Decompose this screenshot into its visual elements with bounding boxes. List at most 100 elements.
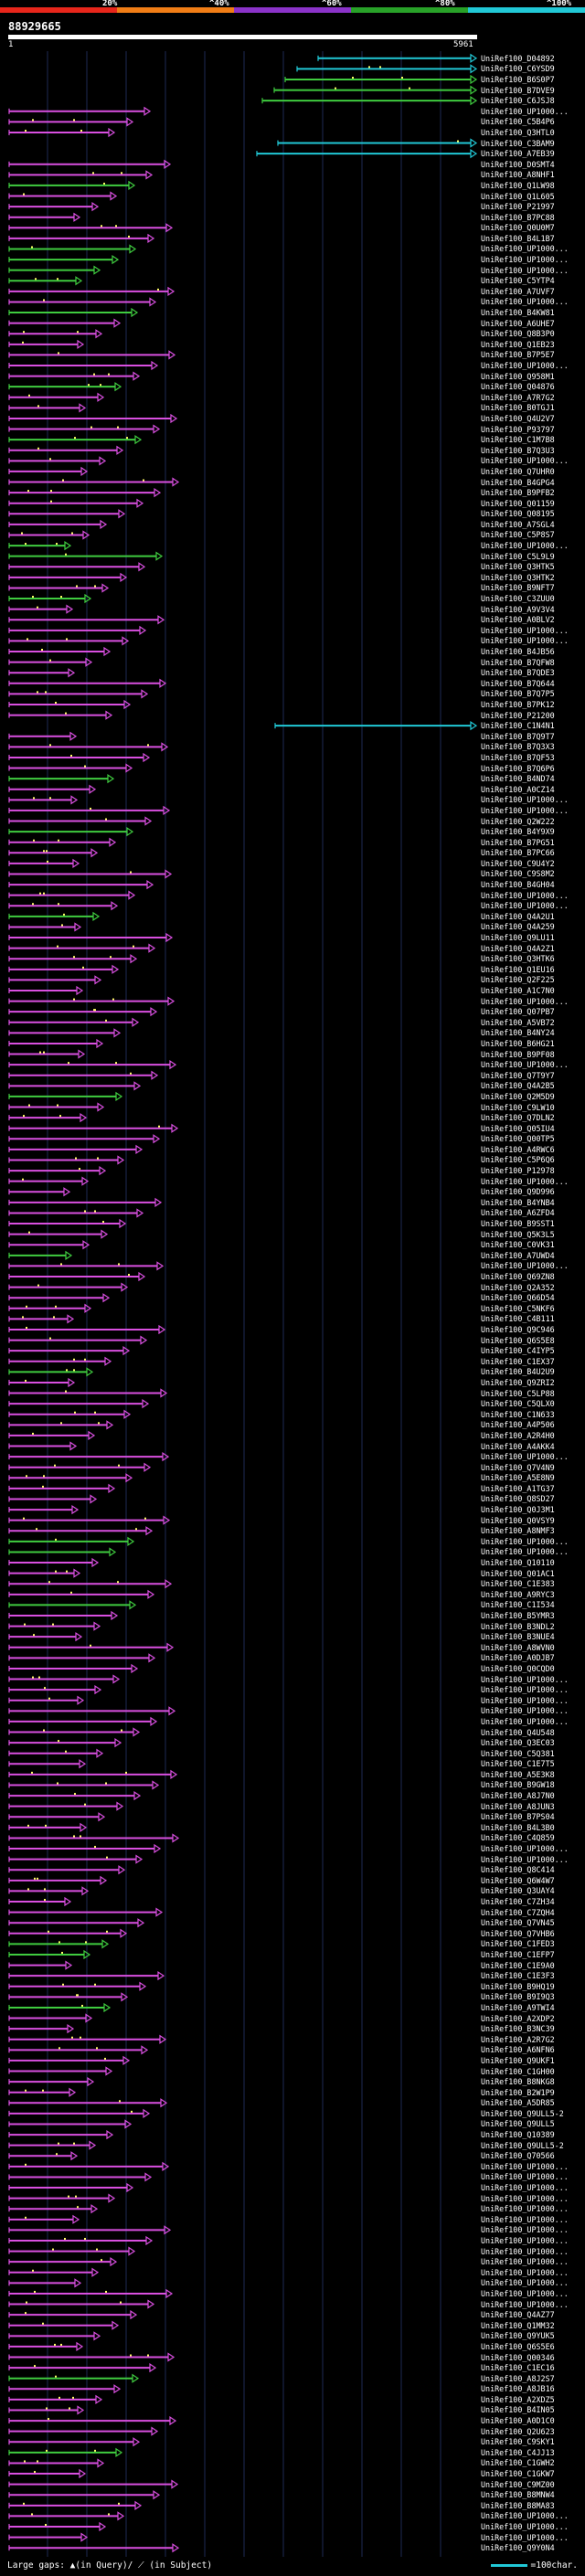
hit-label-link[interactable]: UniRef100_C6YSD9 [481,64,555,73]
hit-label-link[interactable]: UniRef100_UP1000... [481,1675,569,1684]
hit-label-link[interactable]: UniRef100_Q4A2B5 [481,1081,555,1090]
hit-label-link[interactable]: UniRef100_D04892 [481,54,555,63]
hit-label-link[interactable]: UniRef100_A6NFN6 [481,2045,555,2054]
hit-label-link[interactable]: UniRef100_C4B111 [481,1314,555,1323]
hit-label-link[interactable]: UniRef100_A0D1C0 [481,2416,555,2425]
hit-label-link[interactable]: UniRef100_B7PG51 [481,838,555,847]
hit-label-link[interactable]: UniRef100_B4GH04 [481,880,555,889]
hit-label-link[interactable]: UniRef100_Q0VSY9 [481,1516,555,1525]
hit-label-link[interactable]: UniRef100_A8J7N0 [481,1791,555,1800]
hit-label-link[interactable]: UniRef100_Q3HTK5 [481,562,555,571]
hit-label-link[interactable]: UniRef100_A5DR85 [481,2098,555,2107]
hit-label-link[interactable]: UniRef100_Q6S5E8 [481,1336,555,1345]
hit-label-link[interactable]: UniRef100_UP1000... [481,795,569,804]
hit-label-link[interactable]: UniRef100_C3ZUU0 [481,594,555,603]
hit-label-link[interactable]: UniRef100_C9LW10 [481,1103,555,1112]
hit-label-link[interactable]: UniRef100_C4Q859 [481,1833,555,1842]
hit-label-link[interactable]: UniRef100_Q7DLN2 [481,1113,555,1122]
hit-label-link[interactable]: UniRef100_B7QFW8 [481,658,555,667]
hit-label-link[interactable]: UniRef100_B7Q3U3 [481,446,555,455]
hit-label-link[interactable]: UniRef100_A1TG37 [481,1484,555,1493]
hit-label-link[interactable]: UniRef100_Q0U0M7 [481,223,555,232]
hit-label-link[interactable]: UniRef100_B4Y9X9 [481,827,555,836]
hit-label-link[interactable]: UniRef100_UP1000... [481,2533,569,2542]
hit-label-link[interactable]: UniRef100_B4KW81 [481,308,555,317]
hit-label-link[interactable]: UniRef100_B7Q7P5 [481,689,555,698]
hit-label-link[interactable]: UniRef100_UP1000... [481,2247,569,2256]
hit-label-link[interactable]: UniRef100_UP1000... [481,2183,569,2192]
hit-label-link[interactable]: UniRef100_Q1EU16 [481,965,555,974]
hit-label-link[interactable]: UniRef100_UP1000... [481,2172,569,2181]
hit-label-link[interactable]: UniRef100_Q04876 [481,382,555,391]
hit-label-link[interactable]: UniRef100_B7PS04 [481,1812,555,1821]
hit-label-link[interactable]: UniRef100_UP1000... [481,636,569,645]
hit-label-link[interactable]: UniRef100_Q4U2V7 [481,414,555,423]
hit-label-link[interactable]: UniRef100_Q8B3P0 [481,329,555,338]
hit-label-link[interactable]: UniRef100_Q3HTK6 [481,954,555,963]
hit-label-link[interactable]: UniRef100_B8NKG8 [481,2077,555,2086]
hit-label-link[interactable]: UniRef100_UP1000... [481,2278,569,2287]
hit-label-link[interactable]: UniRef100_A7SGL4 [481,520,555,529]
hit-label-link[interactable]: UniRef100_Q10110 [481,1558,555,1567]
hit-label-link[interactable]: UniRef100_C5NKF6 [481,1304,555,1313]
hit-label-link[interactable]: UniRef100_Q7T9Y7 [481,1071,555,1080]
hit-label-link[interactable]: UniRef100_B7Q644 [481,679,555,688]
hit-label-link[interactable]: UniRef100_C5B4P6 [481,117,555,126]
hit-label-link[interactable]: UniRef100_A8J2S7 [481,2374,555,2383]
hit-label-link[interactable]: UniRef100_B9I9Q3 [481,1992,555,2001]
hit-label-link[interactable]: UniRef100_UP1000... [481,361,569,370]
hit-label-link[interactable]: UniRef100_Q7VN45 [481,1918,555,1927]
hit-label-link[interactable]: UniRef100_C1EC16 [481,2363,555,2372]
hit-label-link[interactable]: UniRef100_A8NMF3 [481,1526,555,1535]
hit-label-link[interactable]: UniRef100_A0CZ14 [481,785,555,794]
hit-label-link[interactable]: UniRef100_C4JJ13 [481,2448,555,2457]
hit-label-link[interactable]: UniRef100_Q00TP5 [481,1134,555,1143]
hit-label-link[interactable]: UniRef100_A8JB16 [481,2384,555,2393]
hit-label-link[interactable]: UniRef100_C1GH00 [481,2067,555,2076]
hit-label-link[interactable]: UniRef100_Q1LW98 [481,181,555,190]
hit-label-link[interactable]: UniRef100_B7QDE3 [481,668,555,677]
hit-label-link[interactable]: UniRef100_A1C7N0 [481,986,555,995]
hit-label-link[interactable]: UniRef100_B7PC66 [481,848,555,857]
hit-label-link[interactable]: UniRef100_Q9YUK5 [481,2331,555,2340]
hit-label-link[interactable]: UniRef100_B7QF53 [481,753,555,762]
hit-label-link[interactable]: UniRef100_UP1000... [481,1844,569,1853]
hit-label-link[interactable]: UniRef100_B4L3B0 [481,1823,555,1832]
hit-label-link[interactable]: UniRef100_Q7VHB6 [481,1929,555,1938]
hit-label-link[interactable]: UniRef100_UP1000... [481,244,569,253]
hit-label-link[interactable]: UniRef100_B9GW18 [481,1780,555,1789]
hit-label-link[interactable]: UniRef100_C0VK31 [481,1240,555,1249]
hit-label-link[interactable]: UniRef100_C7ZQH4 [481,1908,555,1917]
hit-label-link[interactable]: UniRef100_A7EB39 [481,149,555,158]
hit-label-link[interactable]: UniRef100_UP1000... [481,2522,569,2531]
hit-label-link[interactable]: UniRef100_Q9UKF1 [481,2056,555,2065]
hit-label-link[interactable]: UniRef100_UP1000... [481,2162,569,2171]
hit-label-link[interactable]: UniRef100_B4YNB4 [481,1198,555,1207]
hit-label-link[interactable]: UniRef100_UP1000... [481,2236,569,2245]
hit-label-link[interactable]: UniRef100_C1I534 [481,1600,555,1609]
hit-label-link[interactable]: UniRef100_Q1EB23 [481,340,555,349]
hit-label-link[interactable]: UniRef100_Q2M5D9 [481,1092,555,1101]
hit-label-link[interactable]: UniRef100_Q3HTL0 [481,128,555,137]
hit-label-link[interactable]: UniRef100_A0BLV2 [481,615,555,624]
hit-label-link[interactable]: UniRef100_B6HG21 [481,1039,555,1048]
hit-label-link[interactable]: UniRef100_Q9LU11 [481,933,555,942]
hit-label-link[interactable]: UniRef100_A2XDZ5 [481,2395,555,2404]
hit-label-link[interactable]: UniRef100_C1N633 [481,1410,555,1419]
hit-label-link[interactable]: UniRef100_Q2W222 [481,817,555,826]
hit-label-link[interactable]: UniRef100_A8JUN3 [481,1802,555,1811]
hit-label-link[interactable]: UniRef100_B3NUE4 [481,1632,555,1641]
hit-label-link[interactable]: UniRef100_B9PFB2 [481,488,555,497]
hit-label-link[interactable]: UniRef100_A6UHE7 [481,319,555,328]
hit-label-link[interactable]: UniRef100_B3NC39 [481,2024,555,2033]
hit-label-link[interactable]: UniRef100_UP1000... [481,297,569,306]
hit-label-link[interactable]: UniRef100_C9MZ00 [481,2480,555,2489]
hit-label-link[interactable]: UniRef100_B7PK12 [481,700,555,709]
hit-label-link[interactable]: UniRef100_Q1MM32 [481,2321,555,2330]
hit-label-link[interactable]: UniRef100_C1N4N1 [481,721,555,730]
hit-label-link[interactable]: UniRef100_B3NDL2 [481,1622,555,1631]
hit-label-link[interactable]: UniRef100_B5YMR3 [481,1611,555,1620]
hit-label-link[interactable]: UniRef100_C6JSJ8 [481,96,555,105]
hit-label-link[interactable]: UniRef100_C1E7T5 [481,1759,555,1768]
hit-label-link[interactable]: UniRef100_A7UVF7 [481,287,555,296]
